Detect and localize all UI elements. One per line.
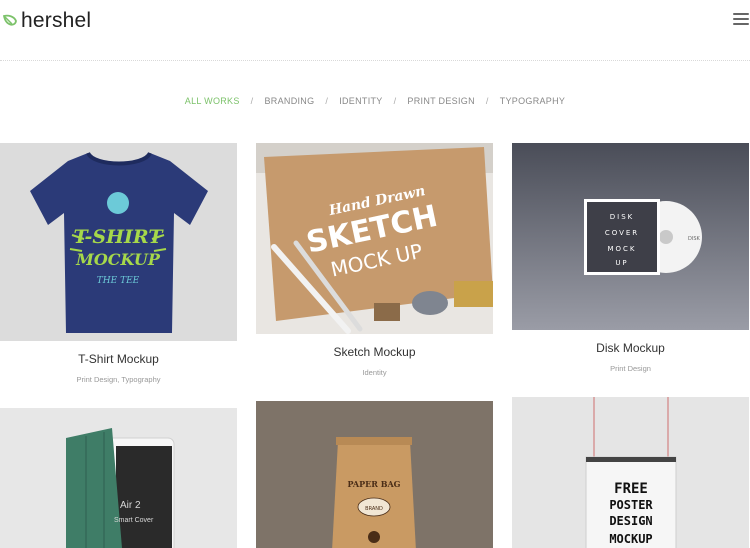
- site-header: hershel: [0, 0, 750, 60]
- site-logo[interactable]: hershel: [2, 9, 91, 33]
- hamburger-menu-icon[interactable]: [733, 13, 749, 27]
- disk-art-line3: MOCK: [607, 245, 636, 253]
- disk-mockup-image[interactable]: DISK DISK COVER MOCK UP: [512, 143, 749, 330]
- tablet-art-line1: Air 2: [120, 500, 141, 511]
- disk-art-line2: COVER: [605, 229, 639, 237]
- filter-all-works[interactable]: ALL WORKS: [185, 96, 240, 106]
- portfolio-item-disk[interactable]: DISK DISK COVER MOCK UP Disk Mockup Prin…: [512, 143, 749, 378]
- portfolio-item-poster[interactable]: FREE POSTER DESIGN MOCKUP: [512, 397, 749, 548]
- tablet-mockup-image[interactable]: Air 2 Smart Cover: [0, 408, 237, 548]
- poster-art-line1: FREE: [614, 481, 648, 497]
- disk-art-cd-label: DISK: [688, 236, 700, 242]
- portfolio-item-sketch[interactable]: Hand Drawn SKETCH MOCK UP Sketch Mockup …: [256, 143, 493, 383]
- paper-bag-art-line1: PAPER BAG: [348, 479, 401, 489]
- portfolio-item-title[interactable]: T-Shirt Mockup: [0, 352, 237, 366]
- portfolio-item-category: Print Design, Typography: [76, 375, 161, 384]
- portfolio-item-category: Identity: [362, 368, 387, 377]
- poster-art-line4: MOCKUP: [609, 532, 652, 546]
- portfolio-item-title[interactable]: Sketch Mockup: [256, 345, 493, 359]
- portfolio-item-tablet[interactable]: Air 2 Smart Cover: [0, 408, 237, 548]
- portfolio-item-title[interactable]: Disk Mockup: [512, 341, 749, 355]
- filter-identity[interactable]: IDENTITY: [339, 96, 382, 106]
- tablet-art-line2: Smart Cover: [114, 517, 154, 524]
- tablet-illustration: Air 2 Smart Cover: [0, 408, 237, 548]
- tshirt-art-line3: THE TEE: [97, 276, 140, 286]
- disk-art-line4: UP: [615, 259, 628, 267]
- sketch-mockup-image[interactable]: Hand Drawn SKETCH MOCK UP: [256, 143, 493, 334]
- tshirt-mockup-image[interactable]: T-SHIRT MOCKUP THE TEE: [0, 143, 237, 341]
- filter-typography[interactable]: TYPOGRAPHY: [500, 96, 566, 106]
- filter-separator: /: [250, 96, 254, 106]
- portfolio-item-category: Print Design: [610, 364, 651, 373]
- header-divider: [0, 60, 750, 61]
- filter-branding[interactable]: BRANDING: [264, 96, 314, 106]
- portfolio-item-paper-bag[interactable]: PAPER BAG BRAND: [256, 401, 493, 548]
- leaf-logo-icon: [2, 14, 17, 26]
- disk-art-line1: DISK: [610, 213, 635, 221]
- tshirt-illustration: T-SHIRT MOCKUP THE TEE: [0, 143, 237, 341]
- poster-illustration: FREE POSTER DESIGN MOCKUP: [512, 397, 749, 548]
- paper-bag-illustration: PAPER BAG BRAND: [256, 401, 493, 548]
- paper-bag-mockup-image[interactable]: PAPER BAG BRAND: [256, 401, 493, 548]
- tshirt-art-line1: T-SHIRT: [73, 226, 164, 248]
- portfolio-filter-nav: ALL WORKS / BRANDING / IDENTITY / PRINT DESIGN…: [0, 96, 750, 106]
- poster-art-line2: POSTER: [609, 498, 653, 512]
- poster-mockup-image[interactable]: FREE POSTER DESIGN MOCKUP: [512, 397, 749, 548]
- tshirt-art-line2: MOCKUP: [75, 250, 161, 269]
- poster-art-line3: DESIGN: [609, 514, 652, 528]
- sketch-illustration: Hand Drawn SKETCH MOCK UP: [256, 143, 493, 334]
- filter-separator: /: [325, 96, 329, 106]
- logo-text: hershel: [21, 9, 92, 32]
- filter-separator: /: [485, 96, 489, 106]
- filter-print-design[interactable]: PRINT DESIGN: [407, 96, 474, 106]
- portfolio-item-tshirt[interactable]: T-SHIRT MOCKUP THE TEE T-Shirt Mockup Pr…: [0, 143, 237, 393]
- disk-illustration: DISK DISK COVER MOCK UP: [512, 143, 749, 330]
- filter-separator: /: [393, 96, 397, 106]
- paper-bag-art-line2: BRAND: [365, 506, 383, 512]
